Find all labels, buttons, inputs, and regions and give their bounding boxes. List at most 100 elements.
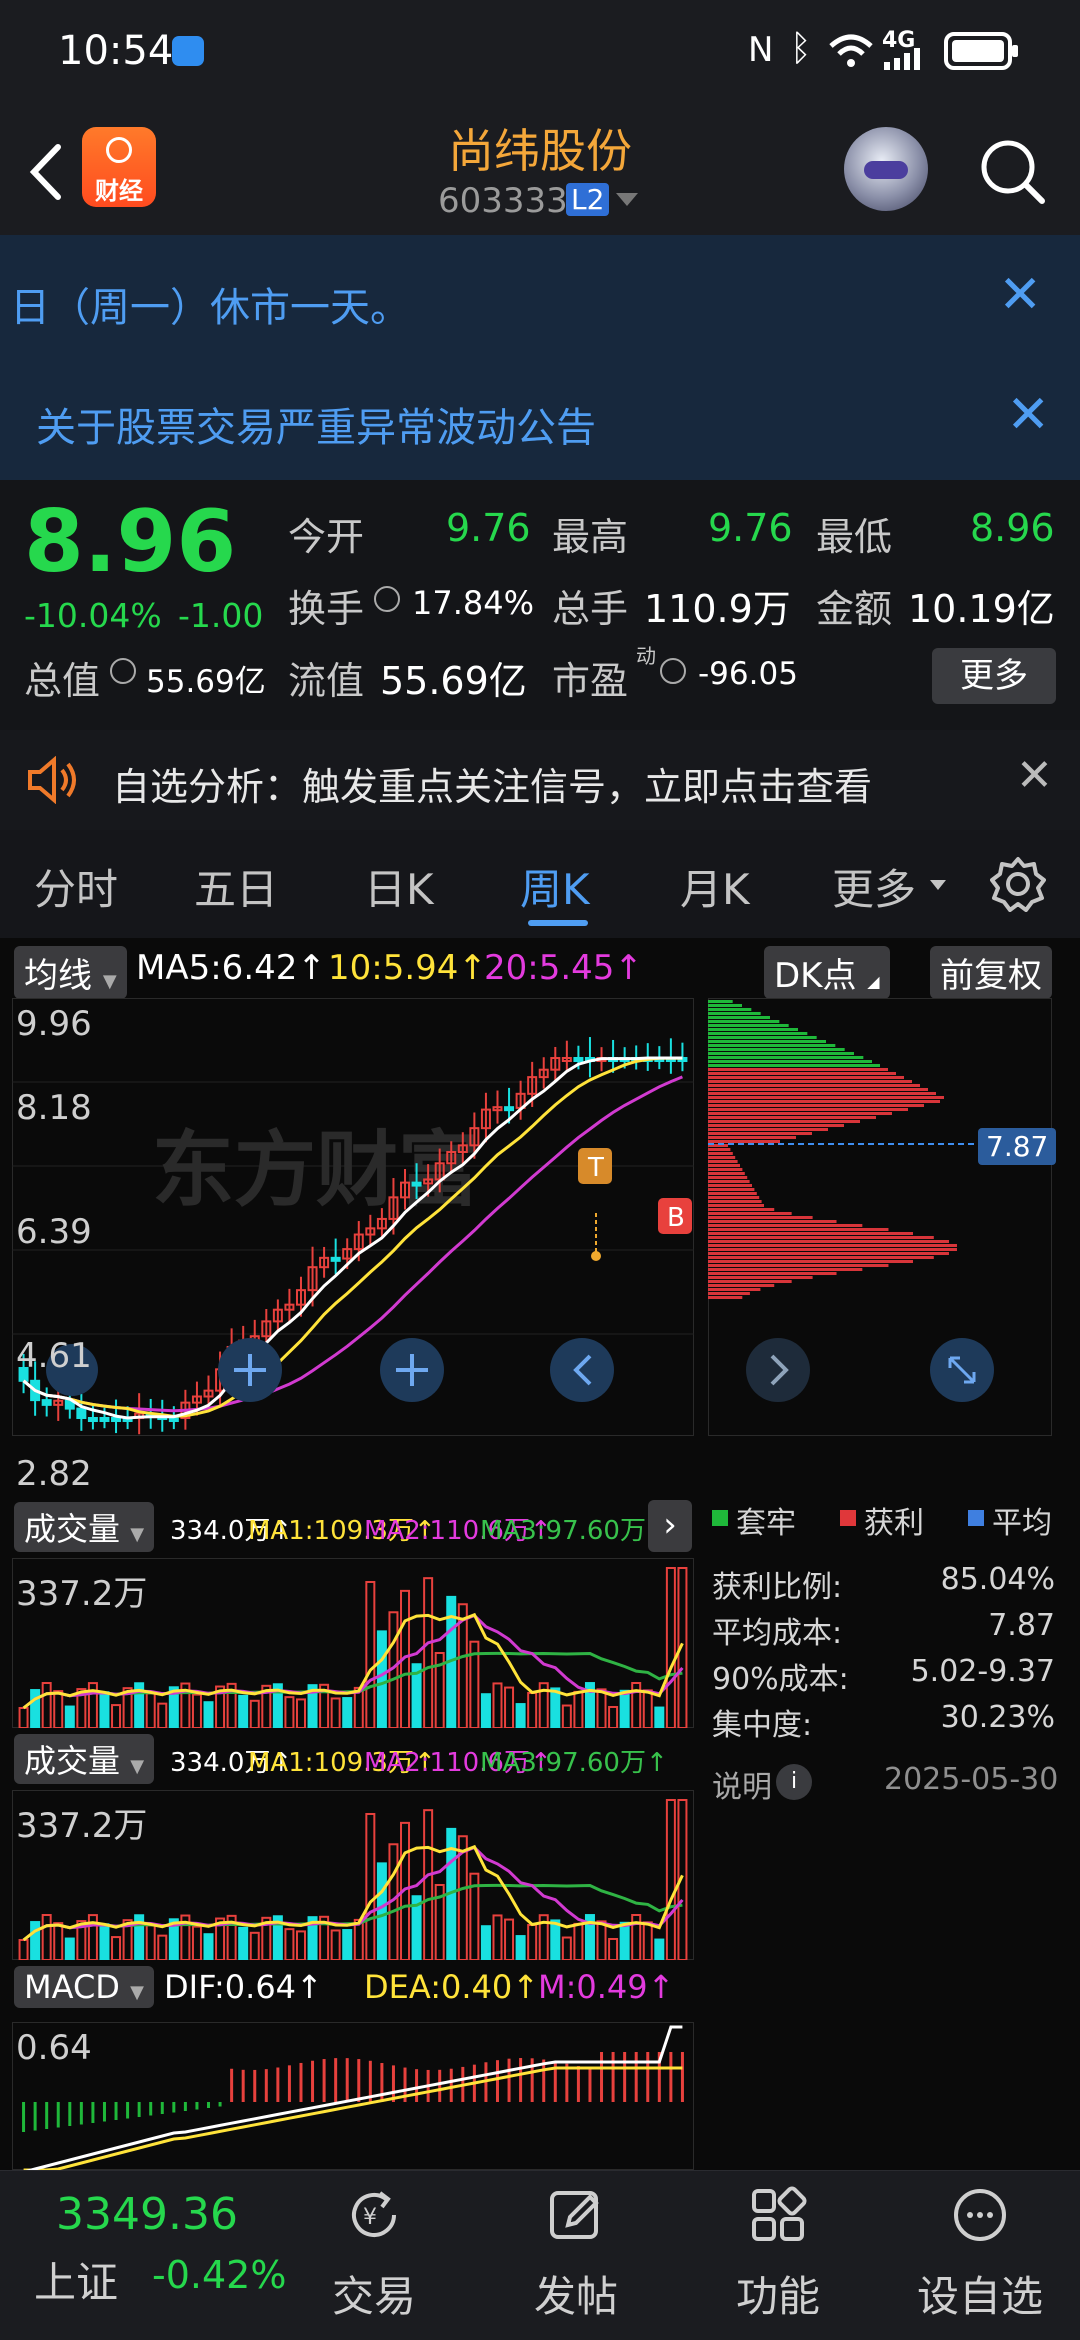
high-label: 最高 xyxy=(552,515,629,559)
status-bar: 10:54 N ᛒ 4G xyxy=(0,0,1080,105)
add-watchlist-button[interactable]: 设自选 xyxy=(880,2171,1080,2340)
watermark: 东方财富 xyxy=(152,1123,480,1218)
close-icon[interactable]: ✕ xyxy=(998,265,1042,325)
pe-sup: 动 xyxy=(636,644,656,668)
tab-month-k[interactable]: 月K xyxy=(680,856,750,917)
tab-five-day[interactable]: 五日 xyxy=(194,856,278,917)
volume-bar xyxy=(619,1921,630,1960)
function-label: 功能 xyxy=(735,2272,820,2321)
more-button[interactable]: 更多 xyxy=(932,648,1056,704)
adjust-button[interactable]: 前复权 xyxy=(930,946,1052,999)
note-label[interactable]: 说明 xyxy=(712,1762,772,1806)
gear-icon[interactable] xyxy=(990,856,1046,912)
y-tick: 6.39 xyxy=(16,1212,92,1252)
chip-bar xyxy=(708,1068,888,1071)
y-tick: 9.96 xyxy=(16,1004,92,1044)
dk-label: DK点 xyxy=(774,956,857,996)
kline-chart[interactable]: 东方财富 T B xyxy=(12,998,694,1436)
chip-bar xyxy=(708,1040,826,1043)
vol-ma3: MA3:97.60万↑ xyxy=(480,1748,668,1778)
change-pct: -10.04% xyxy=(24,596,162,635)
chevron-down-icon[interactable] xyxy=(930,880,946,890)
trade-button[interactable]: ¥ 交易 xyxy=(274,2171,474,2340)
period-tabs: 分时 五日 日K 周K 月K 更多 xyxy=(0,830,1080,938)
chip-bar xyxy=(708,1240,949,1243)
chip-bar xyxy=(708,1000,733,1003)
macd-bar xyxy=(45,2102,49,2129)
chip-distribution[interactable] xyxy=(708,998,1052,1436)
bluetooth-icon: ᛒ xyxy=(790,28,812,69)
level-badge[interactable]: L2 xyxy=(566,183,610,216)
search-icon[interactable] xyxy=(978,137,1048,207)
post-button[interactable]: 发帖 xyxy=(476,2171,676,2340)
macd-bar xyxy=(334,2058,338,2102)
low-label: 最低 xyxy=(816,515,893,559)
volume-bar xyxy=(203,1933,214,1960)
close-icon[interactable]: ✕ xyxy=(1016,750,1053,801)
robot-assistant-icon[interactable] xyxy=(844,127,928,211)
chip-bar xyxy=(708,1044,836,1047)
macd-indicator-select[interactable]: MACD ▼ xyxy=(14,1966,154,2008)
macd-bar xyxy=(218,2102,222,2107)
open-label: 今开 xyxy=(288,515,365,559)
tab-day-k[interactable]: 日K xyxy=(364,856,434,917)
candle-body xyxy=(330,1256,341,1262)
chip-bar xyxy=(708,1176,748,1179)
float-label: 流值 xyxy=(288,659,365,703)
info-icon[interactable] xyxy=(374,586,400,612)
chip-bar xyxy=(708,1224,863,1227)
tab-week-k[interactable]: 周K xyxy=(520,856,590,917)
info-icon[interactable] xyxy=(110,658,136,684)
chip-bar xyxy=(708,1292,750,1295)
scroll-left-icon[interactable] xyxy=(550,1338,614,1402)
tab-more[interactable]: 更多 xyxy=(832,856,916,917)
volume-indicator-select[interactable]: 成交量 ▼ xyxy=(14,1502,155,1552)
chip-bar xyxy=(708,1152,733,1155)
notice-row[interactable]: 关于股票交易严重异常波动公告 ✕ xyxy=(0,367,1080,467)
notice-text[interactable]: 关于股票交易严重异常波动公告 xyxy=(36,395,596,453)
macd-bar xyxy=(114,2102,118,2120)
macd-chart[interactable] xyxy=(12,2022,694,2170)
chip-bar xyxy=(708,1148,731,1151)
pe-value: -96.05 xyxy=(698,656,798,692)
close-icon[interactable]: ✕ xyxy=(1006,385,1050,445)
notice-text[interactable]: 日（周一）休市一天。 xyxy=(10,275,410,333)
chip-bar xyxy=(708,1280,792,1283)
battery-icon xyxy=(944,32,1018,70)
next-icon[interactable] xyxy=(746,1338,810,1402)
function-button[interactable]: 功能 xyxy=(678,2171,878,2340)
analysis-alert[interactable]: 自选分析：触发重点关注信号，立即点击查看 ✕ xyxy=(0,730,1080,830)
notice-row[interactable]: 日（周一）休市一天。 ✕ xyxy=(0,247,1080,347)
macd-bar xyxy=(102,2102,106,2122)
chip-bar xyxy=(708,1200,762,1203)
volume-bar xyxy=(99,1691,110,1728)
status-time: 10:54 xyxy=(58,28,174,74)
chip-bar xyxy=(708,1228,889,1231)
alert-text[interactable]: 自选分析：触发重点关注信号，立即点击查看 xyxy=(112,756,872,811)
chip-bar xyxy=(708,1216,813,1219)
chip-stat-value: 30.23% xyxy=(940,1700,1055,1735)
info-icon[interactable]: i xyxy=(776,1764,812,1800)
volume-bar xyxy=(550,1919,561,1960)
candle-body xyxy=(504,1106,515,1112)
t-marker-label: T xyxy=(587,1153,604,1183)
dropdown-icon[interactable] xyxy=(616,193,638,206)
candle-body xyxy=(168,1417,179,1422)
info-icon[interactable] xyxy=(660,658,686,684)
tab-minute[interactable]: 分时 xyxy=(34,856,118,917)
index-name[interactable]: 上证 xyxy=(34,2249,118,2310)
volume-indicator-select[interactable]: 成交量 ▼ xyxy=(14,1734,155,1784)
dk-point-button[interactable]: DK点 ◢ xyxy=(764,946,890,999)
macd-bar xyxy=(264,2069,268,2102)
chip-bar xyxy=(708,1004,742,1007)
index-value[interactable]: 3349.36 xyxy=(56,2189,238,2240)
chip-bar xyxy=(708,1124,844,1127)
chip-bar xyxy=(708,1032,808,1035)
chip-bar xyxy=(708,1168,743,1171)
volume-bar xyxy=(654,1706,665,1728)
indicator-select[interactable]: 均线 ▼ xyxy=(14,946,127,999)
chip-bar xyxy=(708,1120,860,1123)
chip-bar xyxy=(708,1080,912,1083)
macd-bar xyxy=(126,2102,130,2119)
chevron-right-icon[interactable]: › xyxy=(648,1500,692,1552)
